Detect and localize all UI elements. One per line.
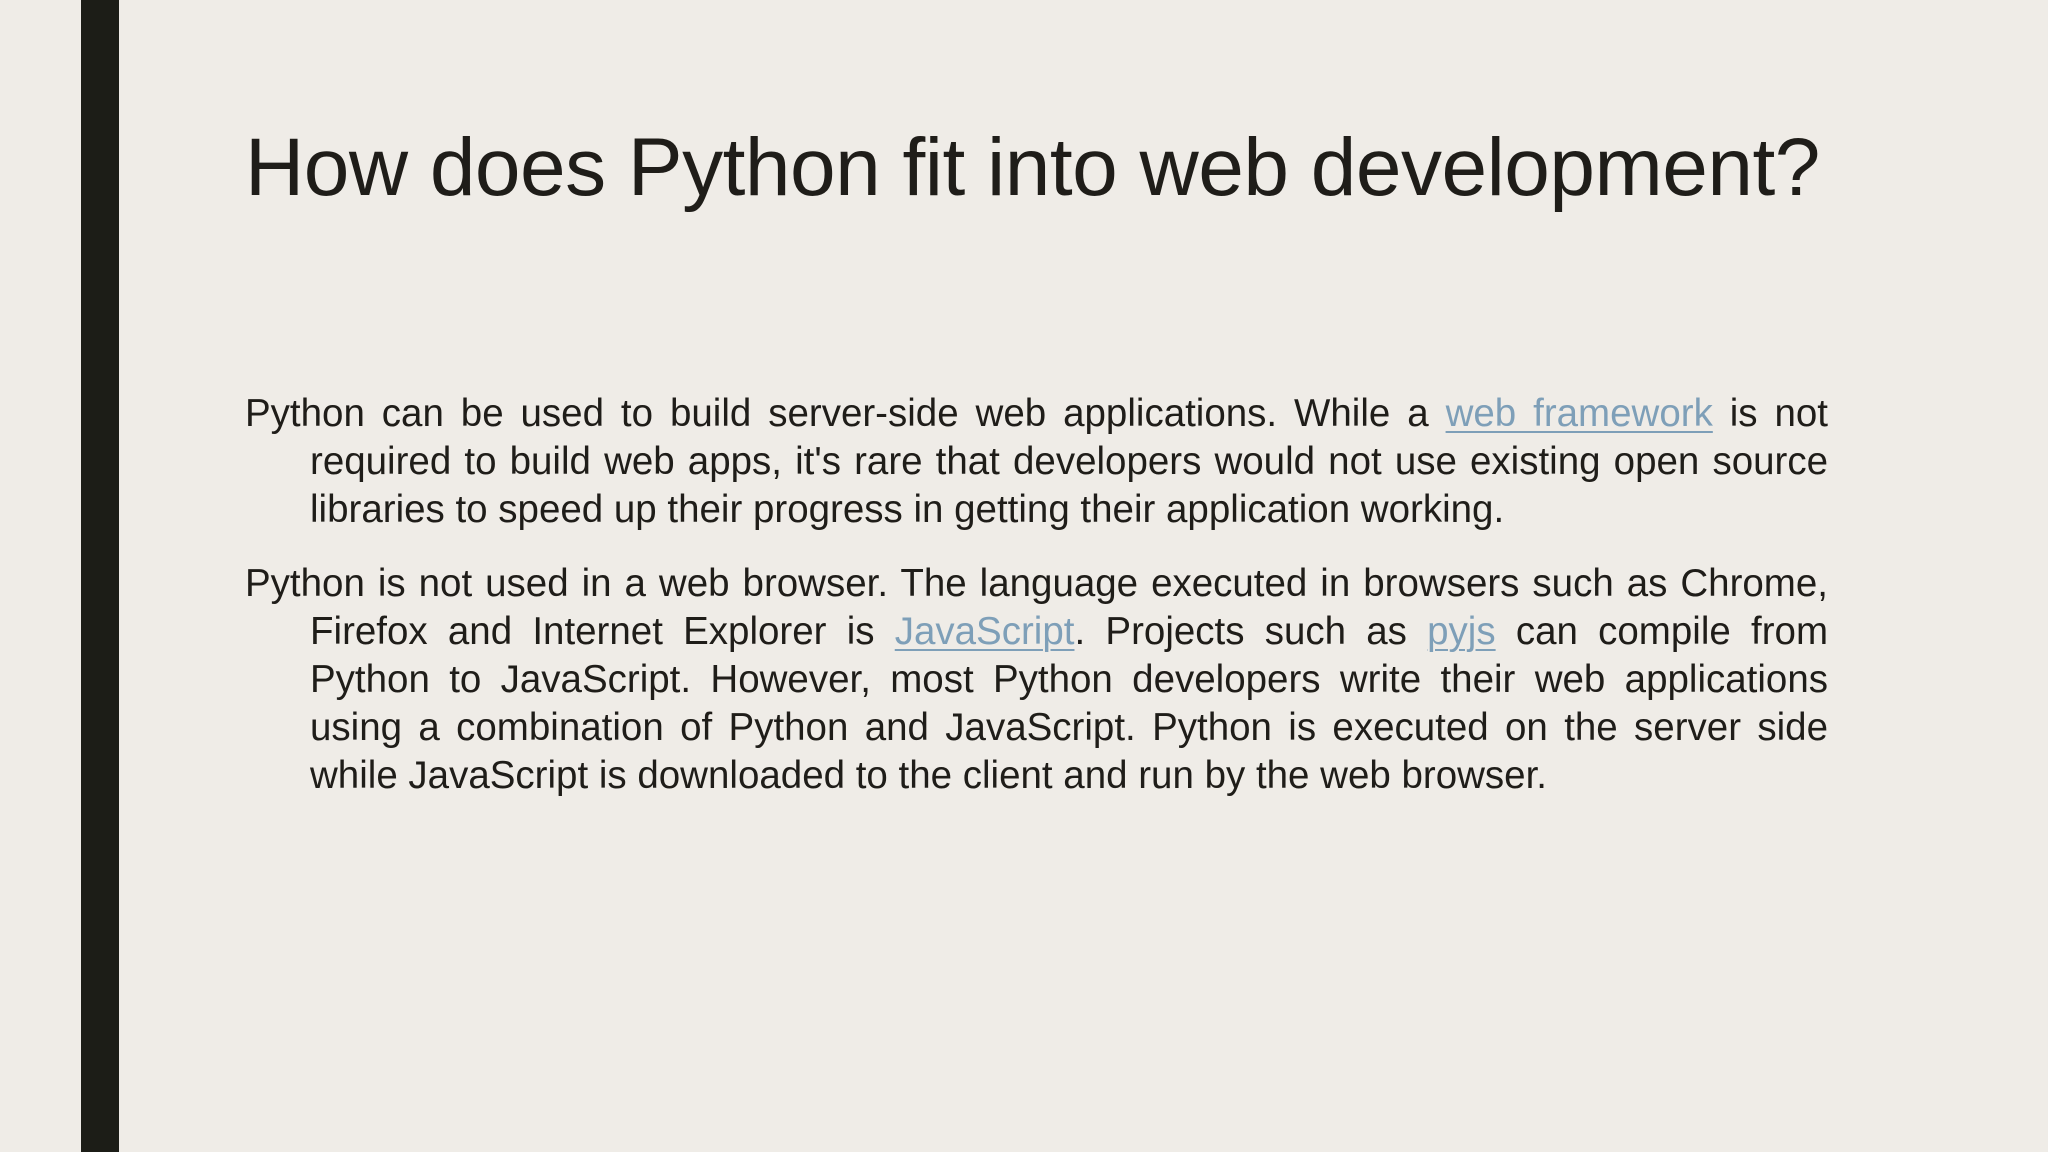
accent-bar (81, 0, 119, 1152)
slide-body: Python can be used to build server-side … (245, 390, 1828, 826)
slide-title: How does Python fit into web development… (245, 122, 1820, 213)
pyjs-link[interactable]: pyjs (1427, 610, 1495, 653)
web-framework-link[interactable]: web framework (1446, 392, 1713, 435)
paragraph-web-frameworks: Python can be used to build server-side … (245, 390, 1828, 534)
paragraph-browser: Python is not used in a web browser. The… (245, 560, 1828, 800)
paragraph-text: Python can be used to build server-side … (245, 392, 1446, 435)
slide: How does Python fit into web development… (0, 0, 2048, 1152)
paragraph-text: . Projects such as (1074, 610, 1428, 653)
javascript-link[interactable]: JavaScript (895, 610, 1075, 653)
